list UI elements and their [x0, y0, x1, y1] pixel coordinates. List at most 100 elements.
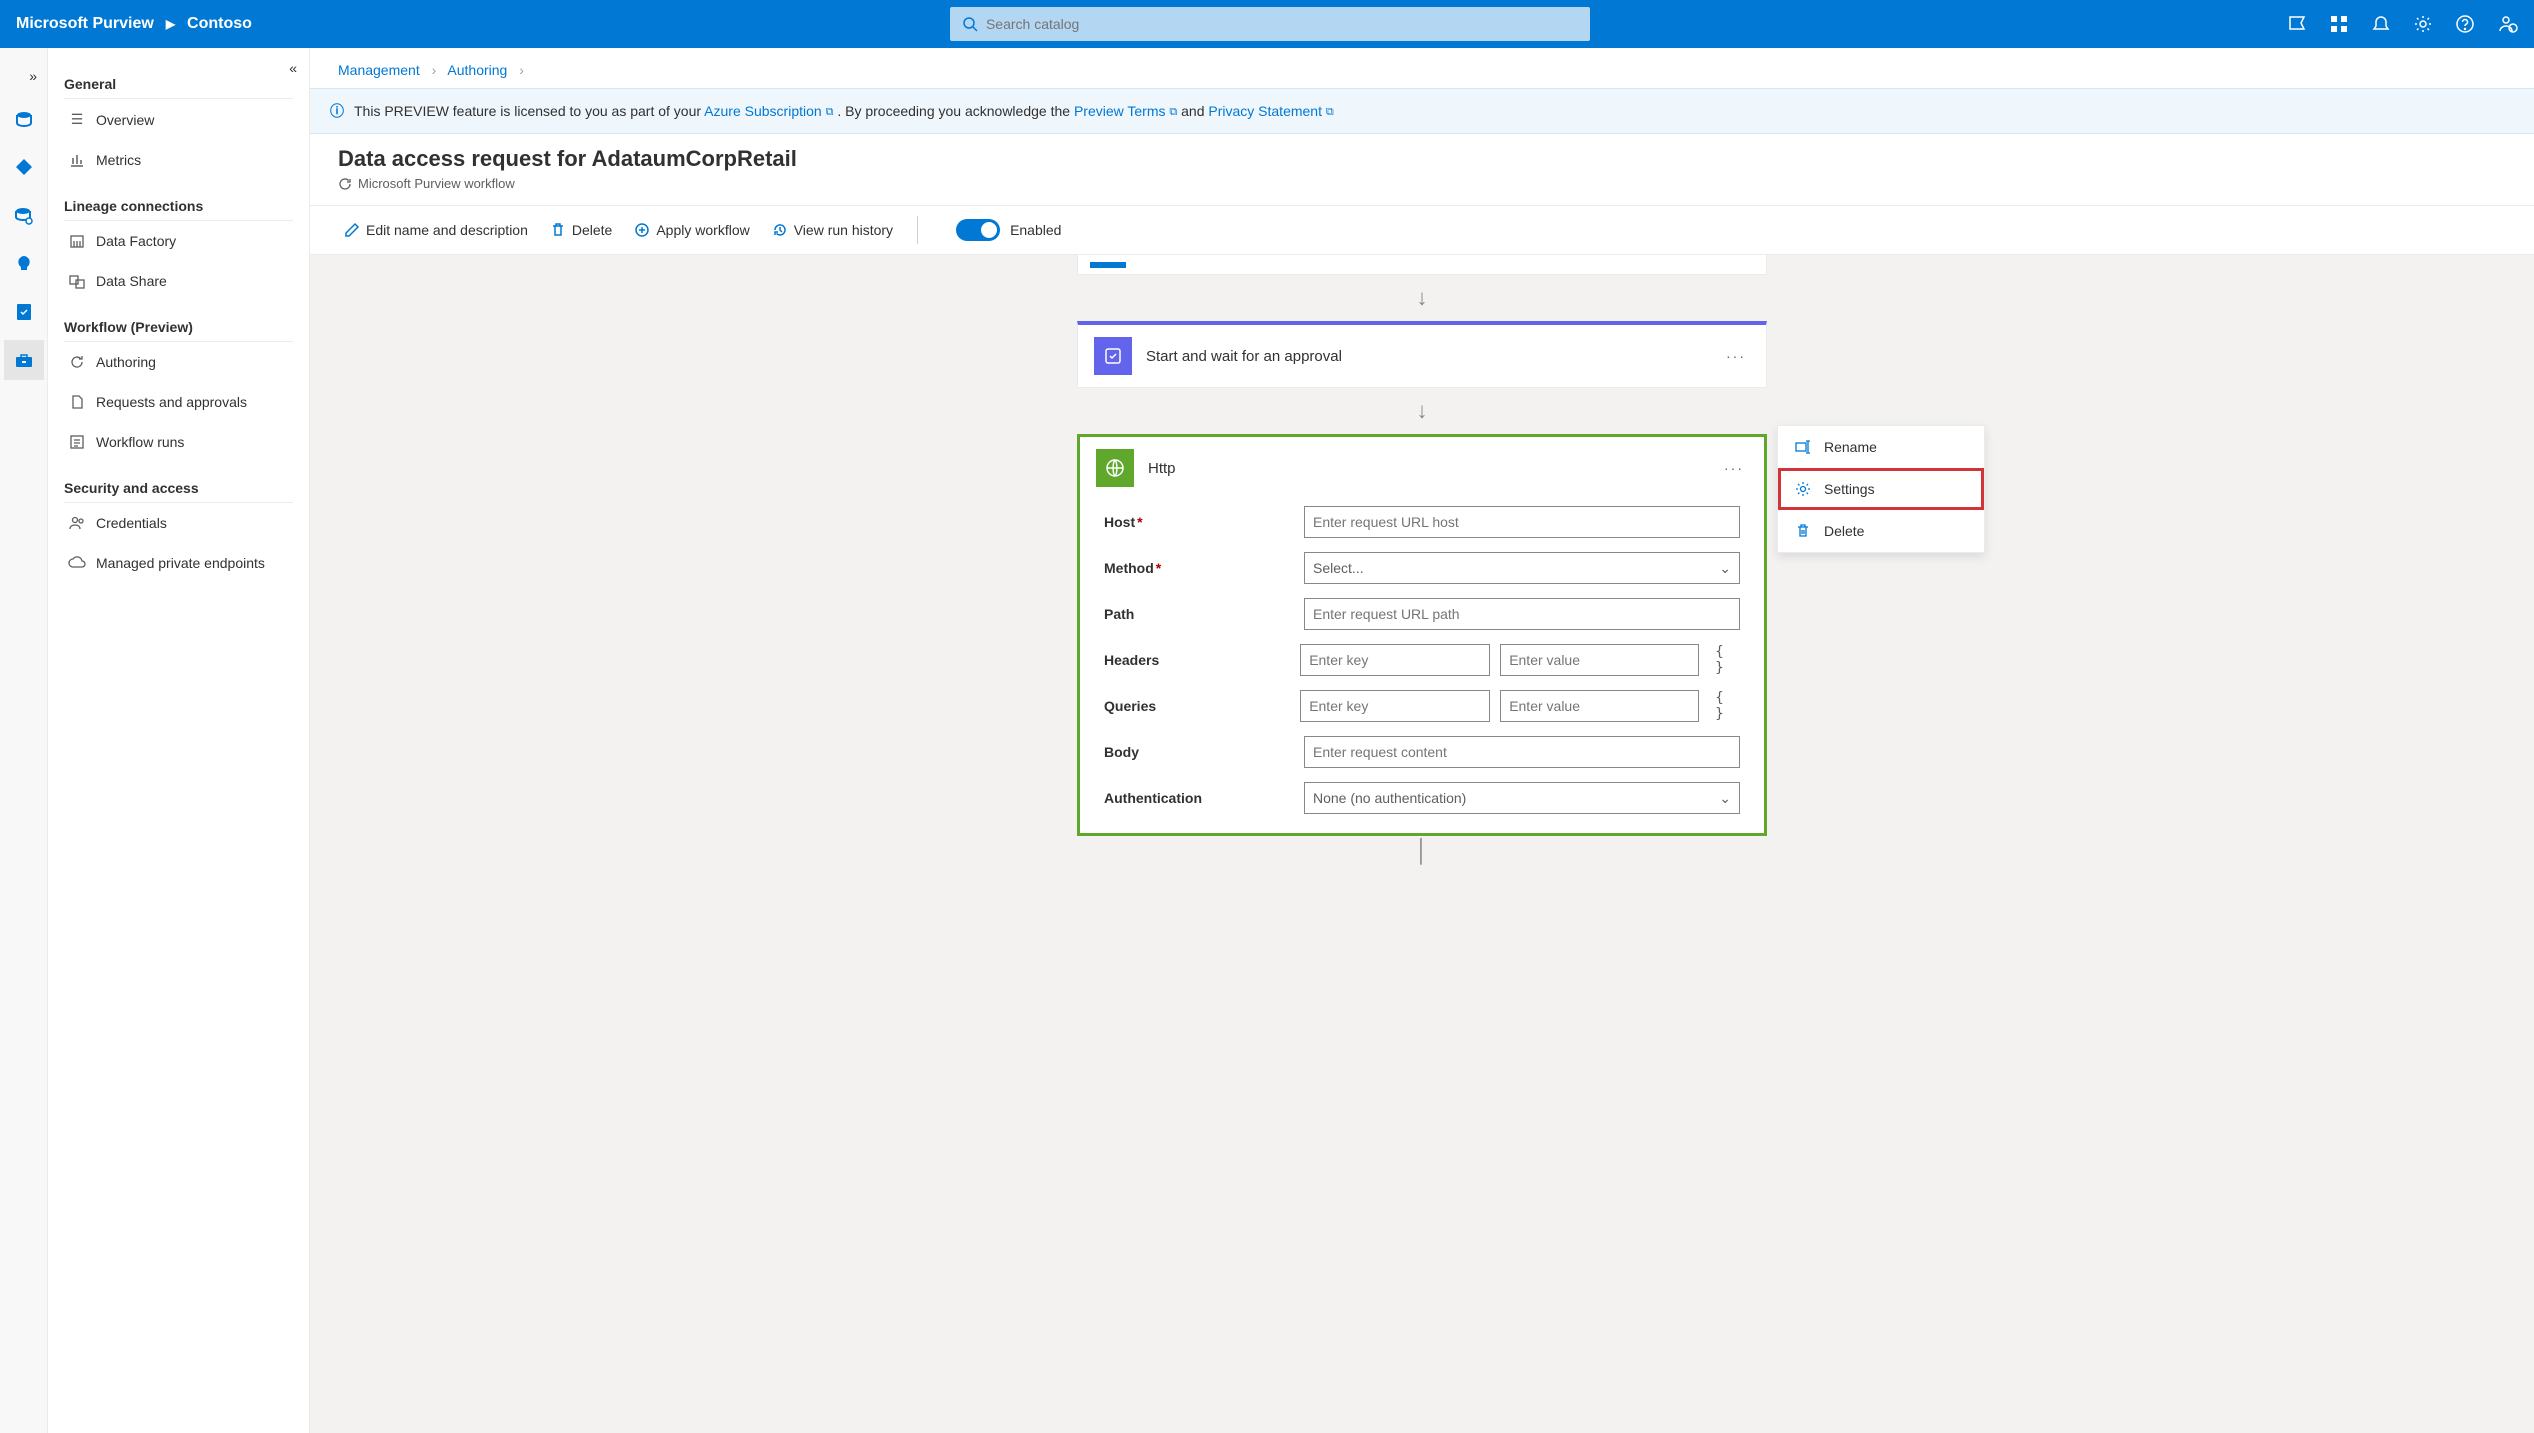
search-icon	[962, 16, 978, 32]
chevron-down-icon: ⌄	[1719, 790, 1731, 807]
pencil-icon	[344, 222, 360, 238]
rail-scan-icon[interactable]	[4, 196, 44, 236]
feedback-icon[interactable]	[2288, 15, 2306, 33]
delete-button[interactable]: Delete	[544, 216, 618, 244]
rail-insight-icon[interactable]	[4, 244, 44, 284]
notification-icon[interactable]	[2372, 15, 2390, 33]
gear-icon	[1794, 481, 1812, 497]
search-box[interactable]	[950, 7, 1590, 41]
crumb-authoring[interactable]: Authoring	[447, 62, 507, 78]
body-label: Body	[1104, 744, 1304, 760]
context-menu: Rename Settings Delete	[1777, 425, 1985, 553]
queries-label: Queries	[1104, 698, 1300, 714]
approval-card[interactable]: Start and wait for an approval ···	[1077, 321, 1767, 388]
method-label: Method*	[1104, 560, 1304, 576]
topbar: Microsoft Purview ▶ Contoso	[0, 0, 2534, 48]
nav-rail: »	[0, 48, 48, 1433]
nav-datafactory[interactable]: Data Factory	[64, 221, 293, 261]
refresh-icon	[68, 354, 86, 370]
nav-runs[interactable]: Workflow runs	[64, 422, 293, 462]
headers-value-input[interactable]	[1500, 644, 1699, 676]
code-view-icon[interactable]: { }	[1715, 644, 1740, 676]
preview-terms-link[interactable]: Preview Terms ⧉	[1074, 103, 1177, 119]
ctx-rename[interactable]: Rename	[1778, 426, 1984, 468]
chevron-right-icon: ▶	[166, 17, 175, 31]
code-view-icon[interactable]: { }	[1715, 690, 1740, 722]
share-icon	[68, 273, 86, 289]
cloud-icon	[68, 556, 86, 570]
arrow-down-icon: ↓	[1077, 388, 1767, 434]
list-icon: ☰	[68, 111, 86, 128]
account-icon[interactable]	[2498, 14, 2518, 34]
tenant-link[interactable]: Contoso	[187, 15, 252, 33]
arrow-down-icon: ↓	[1077, 275, 1767, 321]
plus-circle-icon	[634, 222, 650, 238]
chevron-right-icon: ›	[519, 62, 524, 78]
http-more-icon[interactable]: ···	[1720, 456, 1748, 480]
page-title: Data access request for AdataumCorpRetai…	[338, 146, 2506, 172]
collapse-nav-icon[interactable]: «	[289, 60, 297, 76]
rail-datasource-icon[interactable]	[4, 100, 44, 140]
external-link-icon: ⧉	[1326, 106, 1334, 118]
chevron-down-icon: ⌄	[1719, 560, 1731, 577]
enabled-toggle[interactable]	[956, 219, 1000, 241]
body-input[interactable]	[1304, 736, 1740, 768]
host-input[interactable]	[1304, 506, 1740, 538]
help-icon[interactable]	[2456, 15, 2474, 33]
breadcrumb: Management › Authoring ›	[310, 48, 2534, 88]
approval-more-icon[interactable]: ···	[1722, 344, 1750, 368]
workflow-canvas[interactable]: ↓ Start and wait for an approval ··· ↓ H…	[310, 255, 2534, 1433]
azure-subscription-link[interactable]: Azure Subscription ⧉	[704, 103, 833, 119]
nav-endpoints[interactable]: Managed private endpoints	[64, 543, 293, 583]
page-subtitle: Microsoft Purview workflow	[338, 176, 2506, 191]
nav-section-general: General	[64, 68, 293, 99]
nav-section-workflow: Workflow (Preview)	[64, 311, 293, 342]
auth-select[interactable]: None (no authentication)⌄	[1304, 782, 1740, 814]
nav-section-security: Security and access	[64, 472, 293, 503]
rail-policy-icon[interactable]	[4, 292, 44, 332]
collapsed-card[interactable]	[1077, 255, 1767, 275]
ctx-delete[interactable]: Delete	[1778, 510, 1984, 552]
nav-section-lineage: Lineage connections	[64, 190, 293, 221]
nav-credentials[interactable]: Credentials	[64, 503, 293, 543]
search-input[interactable]	[986, 16, 1578, 32]
rail-management-icon[interactable]	[4, 340, 44, 380]
settings-icon[interactable]	[2414, 15, 2432, 33]
path-input[interactable]	[1304, 598, 1740, 630]
view-history-button[interactable]: View run history	[766, 216, 899, 244]
history-icon	[772, 222, 788, 238]
external-link-icon: ⧉	[1169, 106, 1177, 118]
preview-banner: ⓘ This PREVIEW feature is licensed to yo…	[310, 88, 2534, 134]
path-label: Path	[1104, 606, 1304, 622]
queries-value-input[interactable]	[1500, 690, 1699, 722]
edit-button[interactable]: Edit name and description	[338, 216, 534, 244]
ctx-settings[interactable]: Settings	[1778, 468, 1984, 510]
rail-expand-icon[interactable]: »	[19, 60, 47, 92]
nav-requests[interactable]: Requests and approvals	[64, 382, 293, 422]
crumb-management[interactable]: Management	[338, 62, 420, 78]
rename-icon	[1794, 440, 1812, 454]
info-icon: ⓘ	[330, 101, 344, 121]
http-title: Http	[1148, 460, 1706, 477]
nav-datashare[interactable]: Data Share	[64, 261, 293, 301]
nav-metrics[interactable]: Metrics	[64, 140, 293, 180]
workflow-icon	[338, 177, 352, 191]
headers-key-input[interactable]	[1300, 644, 1490, 676]
privacy-link[interactable]: Privacy Statement ⧉	[1208, 103, 1333, 119]
people-icon	[68, 515, 86, 531]
command-bar: Edit name and description Delete Apply w…	[310, 205, 2534, 255]
auth-label: Authentication	[1104, 790, 1304, 806]
queries-key-input[interactable]	[1300, 690, 1490, 722]
nav-overview[interactable]: ☰Overview	[64, 99, 293, 140]
enabled-label: Enabled	[1010, 222, 1061, 238]
rail-catalog-icon[interactable]	[4, 148, 44, 188]
banner-text: This PREVIEW feature is licensed to you …	[354, 103, 1334, 119]
apply-workflow-button[interactable]: Apply workflow	[628, 216, 755, 244]
nav-authoring[interactable]: Authoring	[64, 342, 293, 382]
trash-icon	[1794, 523, 1812, 539]
arrow-down-icon: │	[1077, 836, 1767, 866]
method-select[interactable]: Select...⌄	[1304, 552, 1740, 584]
brand-link[interactable]: Microsoft Purview	[16, 15, 154, 33]
app-launcher-icon[interactable]	[2330, 15, 2348, 33]
chevron-right-icon: ›	[432, 62, 437, 78]
